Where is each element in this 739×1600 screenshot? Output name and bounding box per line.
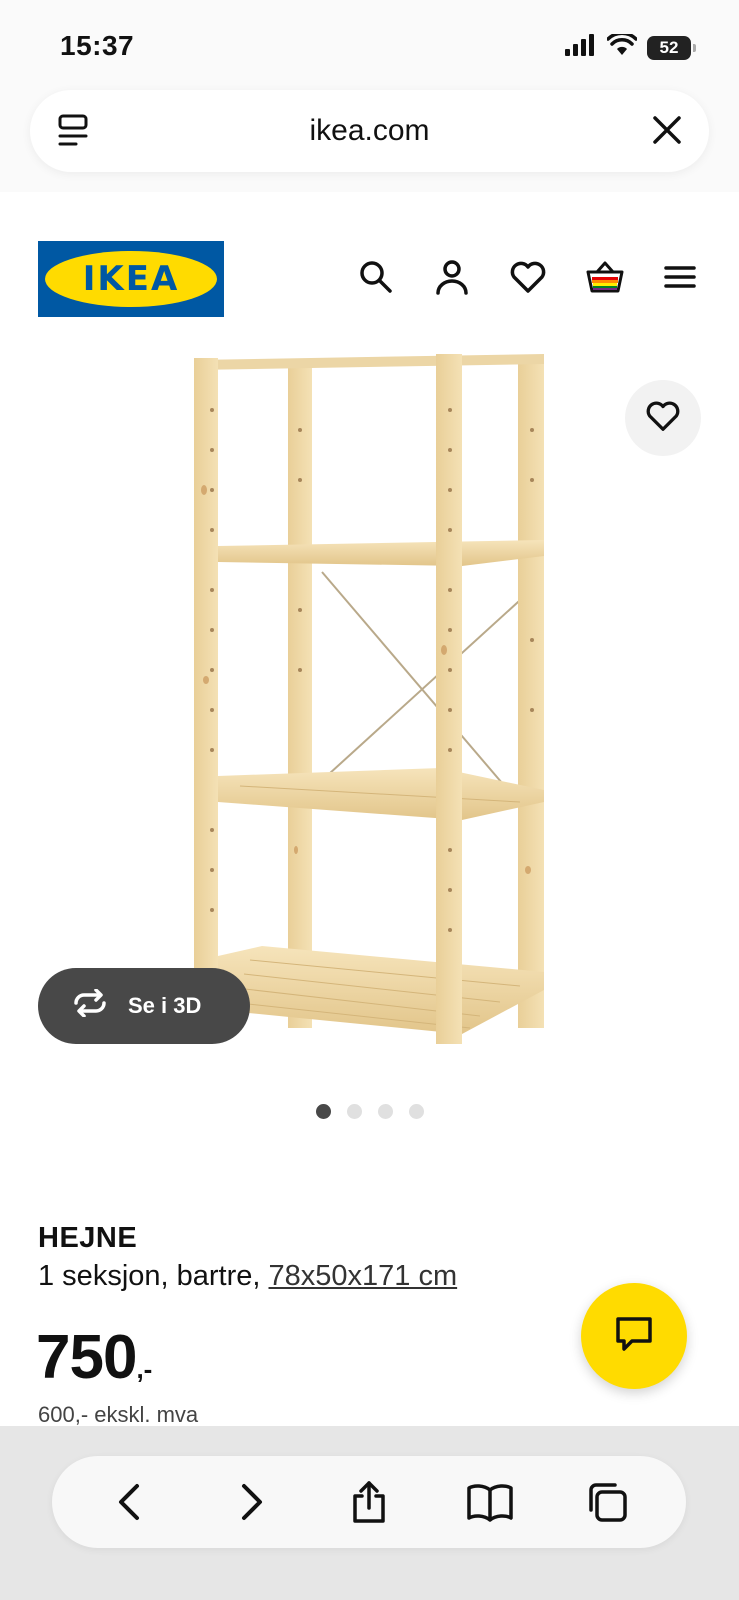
rotate-3d-icon	[70, 988, 110, 1023]
chat-icon	[614, 1315, 654, 1358]
view-in-3d-label: Se i 3D	[128, 993, 202, 1018]
wifi-icon	[606, 31, 638, 61]
price-suffix: ,-	[136, 1354, 153, 1384]
bookmarks-icon[interactable]	[466, 1480, 513, 1524]
share-icon[interactable]	[347, 1480, 391, 1524]
browser-url-area: ikea.com	[0, 80, 739, 192]
price-amount: 750	[36, 1323, 137, 1392]
menu-icon[interactable]	[661, 258, 699, 296]
account-icon[interactable]	[433, 258, 471, 296]
site-header: IKEA	[0, 240, 739, 318]
chat-button[interactable]	[581, 1283, 687, 1389]
forward-icon[interactable]	[228, 1480, 272, 1524]
tabs-icon[interactable]	[585, 1480, 629, 1524]
add-to-favourites-button[interactable]	[625, 380, 701, 456]
url-text[interactable]: ikea.com	[30, 114, 709, 148]
logo-text: IKEA	[82, 259, 180, 299]
product-dimensions-link[interactable]: 78x50x171 cm	[269, 1260, 458, 1292]
status-time: 15:37	[60, 30, 135, 61]
ikea-logo[interactable]: IKEA	[38, 241, 224, 317]
browser-toolbar-pill	[52, 1456, 686, 1548]
product-price: 750,-	[36, 1322, 152, 1393]
battery-icon: 52	[647, 35, 696, 60]
heart-icon	[645, 398, 681, 439]
image-carousel-dots	[0, 1104, 739, 1119]
browser-toolbar	[0, 1426, 739, 1600]
url-bar[interactable]: ikea.com	[30, 90, 709, 172]
logo-oval: IKEA	[45, 251, 217, 307]
status-bar: 15:37 52	[0, 0, 739, 80]
product-name: HEJNE	[38, 1222, 138, 1254]
basket-icon[interactable]	[585, 258, 624, 296]
cellular-signal-icon	[565, 34, 597, 61]
close-icon[interactable]	[651, 114, 683, 151]
carousel-dot[interactable]	[408, 1104, 424, 1119]
status-icons: 52	[565, 31, 696, 61]
product-description: 1 seksjon, bartre, 78x50x171 cm	[38, 1260, 457, 1293]
carousel-dot[interactable]	[346, 1104, 362, 1119]
back-icon[interactable]	[109, 1480, 153, 1524]
price-excl-vat: 600,- ekskl. mva	[38, 1402, 199, 1427]
header-icons	[357, 258, 699, 296]
carousel-dot[interactable]	[377, 1104, 393, 1119]
carousel-dot[interactable]	[315, 1104, 331, 1119]
view-in-3d-button[interactable]: Se i 3D	[38, 968, 250, 1044]
product-description-text: 1 seksjon, bartre,	[38, 1260, 269, 1292]
search-icon[interactable]	[357, 258, 395, 296]
heart-icon[interactable]	[509, 258, 547, 296]
